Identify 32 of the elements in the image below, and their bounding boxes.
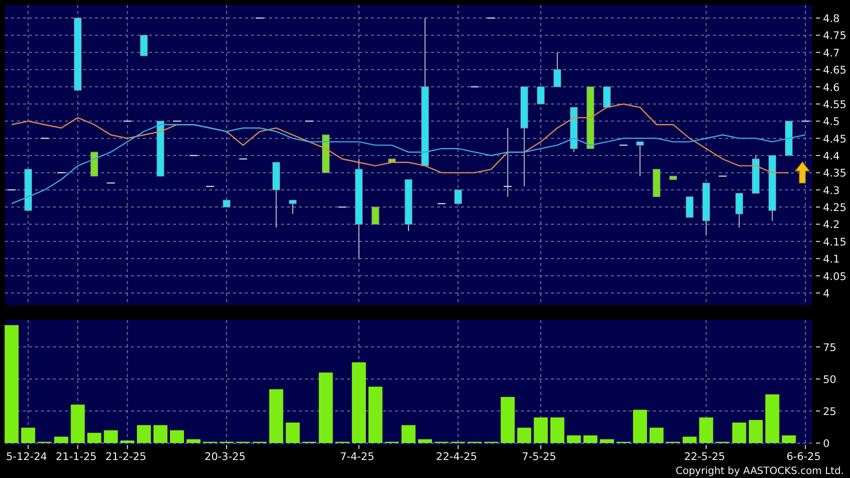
x-axis-label: 21-2-25 bbox=[105, 451, 146, 463]
y-axis-label: 4.7 bbox=[823, 47, 840, 60]
copyright-text: Copyright by AASTOCKS.com Ltd. bbox=[676, 465, 844, 478]
x-axis-label: 22-5-25 bbox=[684, 451, 726, 463]
y-axis-label: 4.45 bbox=[823, 133, 846, 146]
x-axis-label: 20-3-25 bbox=[204, 451, 246, 463]
y-axis-label: 4.05 bbox=[823, 270, 846, 283]
y-axis-label: 4.75 bbox=[823, 30, 846, 42]
y-axis-label: 75 bbox=[823, 342, 836, 354]
y-axis-label: 4.1 bbox=[823, 254, 840, 266]
x-axis-label: 22-4-25 bbox=[436, 451, 478, 463]
y-axis-label: 4.65 bbox=[823, 64, 846, 77]
y-axis-label: 25 bbox=[823, 406, 836, 418]
y-axis-label: 4.15 bbox=[823, 236, 846, 248]
y-axis-label: 4.2 bbox=[823, 219, 840, 232]
x-axis-label: 5-12-24 bbox=[6, 451, 48, 463]
y-axis-label: 4.8 bbox=[823, 13, 840, 26]
y-axis-label: 4.5 bbox=[823, 116, 840, 128]
y-axis-label: 0 bbox=[823, 438, 830, 450]
y-axis-label: 4.3 bbox=[823, 184, 840, 197]
x-axis-label: 6-6-25 bbox=[786, 451, 821, 463]
y-axis-label: 4.55 bbox=[823, 98, 846, 111]
x-axis-label: 21-1-25 bbox=[56, 451, 97, 463]
y-axis-label: 4.4 bbox=[823, 150, 840, 163]
y-axis-label: 4.35 bbox=[823, 168, 846, 180]
y-axis-label: 50 bbox=[823, 374, 836, 386]
y-axis-label: 4.25 bbox=[823, 202, 846, 214]
y-axis-label: 4 bbox=[823, 288, 830, 300]
up-arrow-icon bbox=[794, 161, 810, 184]
x-axis-label: 7-5-25 bbox=[522, 451, 556, 463]
x-axis-label: 7-4-25 bbox=[340, 451, 374, 463]
y-axis-label: 4.6 bbox=[823, 82, 840, 94]
